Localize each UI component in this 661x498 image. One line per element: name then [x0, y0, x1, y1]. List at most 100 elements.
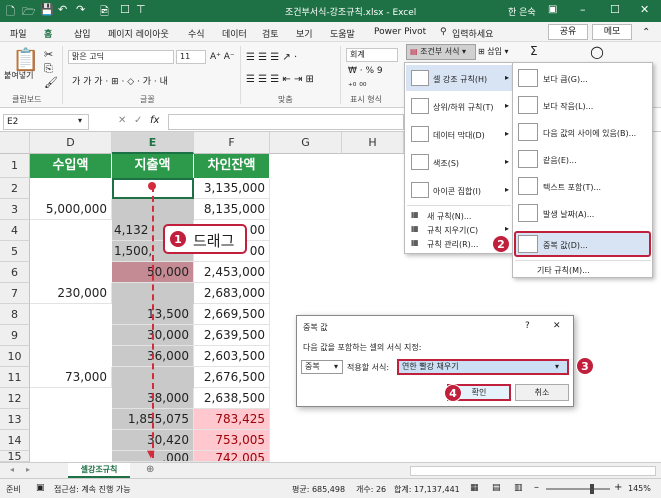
menu-item-clear-rules[interactable]: 규칙 지우기(C) — [427, 225, 478, 236]
header-cell-income[interactable]: 수입액 — [30, 154, 112, 178]
duplicate-type-select[interactable]: 중복 ▾ — [301, 360, 343, 374]
column-header-e[interactable]: E — [112, 132, 194, 154]
row-header[interactable]: 9 — [0, 325, 30, 346]
horizontal-scrollbar[interactable] — [410, 466, 656, 476]
zoom-out-icon[interactable]: – — [534, 482, 539, 493]
cell-f13[interactable]: 783,425 — [194, 409, 270, 430]
font-name-select[interactable]: 맑은 고딕 — [68, 50, 174, 64]
menu-item-icon-sets[interactable]: 아이콘 집합(I) — [433, 186, 481, 197]
autosum-icon[interactable]: Σ — [530, 44, 538, 58]
name-box[interactable]: E2 — [3, 114, 89, 130]
zoom-in-icon[interactable]: + — [614, 482, 622, 493]
zoom-slider-thumb[interactable] — [590, 484, 594, 494]
cell-f7[interactable]: 2,683,000 — [194, 283, 270, 304]
sheet-tab-active[interactable]: 셀강조규칙 — [68, 463, 130, 478]
tab-power-pivot[interactable]: Power Pivot — [374, 27, 426, 37]
cut-icon[interactable]: ✂ — [44, 48, 53, 61]
currency-percent-icon[interactable]: ₩ · % 9 — [348, 66, 383, 76]
open-file-icon[interactable]: 🗁 — [22, 3, 36, 22]
save-icon[interactable]: 💾 — [40, 3, 54, 16]
number-format-select[interactable]: 회계 — [346, 48, 398, 62]
cell-f14[interactable]: 753,005 — [194, 430, 270, 451]
close-window-icon[interactable]: ✕ — [640, 3, 649, 16]
undo-icon[interactable]: ↶ — [58, 3, 67, 16]
cell-d7[interactable]: 230,000 — [30, 283, 112, 304]
cell-d3[interactable]: 5,000,000 — [30, 199, 112, 220]
minimize-icon[interactable]: – — [580, 3, 586, 16]
maximize-icon[interactable]: ☐ — [610, 3, 620, 16]
macro-record-icon[interactable]: ▣ — [36, 483, 45, 493]
row-header[interactable]: 7 — [0, 283, 30, 304]
tab-view[interactable]: 보기 — [296, 27, 313, 40]
menu-item-between[interactable]: 다음 값의 사이에 있음(B)... — [543, 128, 636, 139]
dialog-close-icon[interactable]: ✕ — [553, 321, 561, 331]
row-header[interactable]: 2 — [0, 178, 30, 199]
cell-f12[interactable]: 2,638,500 — [194, 388, 270, 409]
tab-data[interactable]: 데이터 — [222, 27, 247, 40]
tab-page-layout[interactable]: 페이지 레이아웃 — [108, 27, 169, 40]
formula-input[interactable] — [168, 114, 404, 130]
tab-insert[interactable]: 삽입 — [74, 27, 91, 40]
redo-icon[interactable]: ↷ — [76, 3, 85, 16]
column-header-h[interactable]: H — [342, 132, 404, 154]
row-header[interactable]: 5 — [0, 241, 30, 262]
ribbon-collapse-icon[interactable]: ⌃ — [642, 27, 650, 38]
row-header[interactable]: 4 — [0, 220, 30, 241]
tab-formulas[interactable]: 수식 — [188, 27, 205, 40]
tab-file[interactable]: 파일 — [10, 27, 27, 40]
cell-f6[interactable]: 2,453,000 — [194, 262, 270, 283]
row-header[interactable]: 1 — [0, 154, 30, 178]
find-select-icon[interactable]: ○ — [590, 42, 604, 61]
confirm-entry-icon[interactable]: ✓ — [134, 115, 142, 126]
menu-item-manage-rules[interactable]: 규칙 관리(R)... — [427, 239, 478, 250]
row-header[interactable]: 8 — [0, 304, 30, 325]
cell-f11[interactable]: 2,676,500 — [194, 367, 270, 388]
row-header[interactable]: 6 — [0, 262, 30, 283]
row-header[interactable]: 11 — [0, 367, 30, 388]
page-layout-view-icon[interactable]: ▤ — [492, 483, 501, 493]
format-select[interactable]: 연한 빨강 채우기 ▾ — [397, 359, 569, 375]
cell-f8[interactable]: 2,669,500 — [194, 304, 270, 325]
normal-view-icon[interactable]: ▦ — [470, 483, 479, 493]
row-header[interactable]: 3 — [0, 199, 30, 220]
tab-scroll-right-icon[interactable]: ▸ — [26, 465, 30, 474]
tab-scroll-left-icon[interactable]: ◂ — [10, 465, 14, 474]
select-all-corner[interactable] — [0, 132, 30, 154]
row-header[interactable]: 13 — [0, 409, 30, 430]
customize-qa-icon[interactable]: ⊤ — [136, 3, 146, 16]
ribbon-display-icon[interactable]: ▣ — [548, 4, 557, 15]
menu-item-new-rule[interactable]: 새 규칙(N)... — [427, 211, 471, 222]
print-preview-icon[interactable]: 🖻 — [100, 3, 109, 22]
menu-item-data-bars[interactable]: 데이터 막대(D) — [433, 130, 485, 141]
tab-help[interactable]: 도움말 — [330, 27, 355, 40]
accessibility-status[interactable]: 접근성: 계속 진행 가능 — [54, 484, 131, 495]
cell-f2[interactable]: 3,135,000 — [194, 178, 270, 199]
header-cell-balance[interactable]: 차인잔액 — [194, 154, 270, 178]
row-header[interactable]: 12 — [0, 388, 30, 409]
add-sheet-icon[interactable]: ⊕ — [146, 464, 154, 475]
decimal-icon[interactable]: ⁺⁰ ⁰⁰ — [348, 82, 366, 92]
help-icon[interactable]: ? — [525, 321, 530, 331]
memo-button[interactable]: 메모 — [592, 24, 632, 40]
insert-function-icon[interactable]: fx — [150, 115, 159, 126]
row-header[interactable]: 14 — [0, 430, 30, 451]
column-header-f[interactable]: F — [194, 132, 270, 154]
insert-cells-button[interactable]: ⊞ 삽입 ▾ — [478, 46, 509, 57]
cell-f9[interactable]: 2,639,500 — [194, 325, 270, 346]
form-icon[interactable]: ☐ — [120, 3, 130, 16]
align-left-icon[interactable]: ☰ ☰ ☰ ⇤ ⇥ ⊞ — [246, 74, 314, 85]
row-header[interactable]: 15 — [0, 451, 30, 462]
menu-item-date-occurring[interactable]: 발생 날짜(A)... — [543, 209, 594, 220]
format-painter-icon[interactable]: 🖌 — [44, 76, 58, 89]
tab-home[interactable]: 홈 — [44, 27, 52, 40]
tab-review[interactable]: 검토 — [262, 27, 279, 40]
menu-item-top-bottom[interactable]: 상위/하위 규칙(T) — [433, 102, 494, 113]
row-header[interactable]: 10 — [0, 346, 30, 367]
cell-d11[interactable]: 73,000 — [30, 367, 112, 388]
cell-f10[interactable]: 2,603,500 — [194, 346, 270, 367]
new-file-icon[interactable]: 🗋 — [6, 3, 15, 22]
tell-me-input[interactable]: 입력하세요 — [452, 27, 493, 40]
header-cell-expense[interactable]: 지출액 — [112, 154, 194, 178]
user-name[interactable]: 한 은숙 — [508, 5, 536, 18]
menu-item-more-rules[interactable]: 기타 규칙(M)... — [537, 265, 590, 276]
